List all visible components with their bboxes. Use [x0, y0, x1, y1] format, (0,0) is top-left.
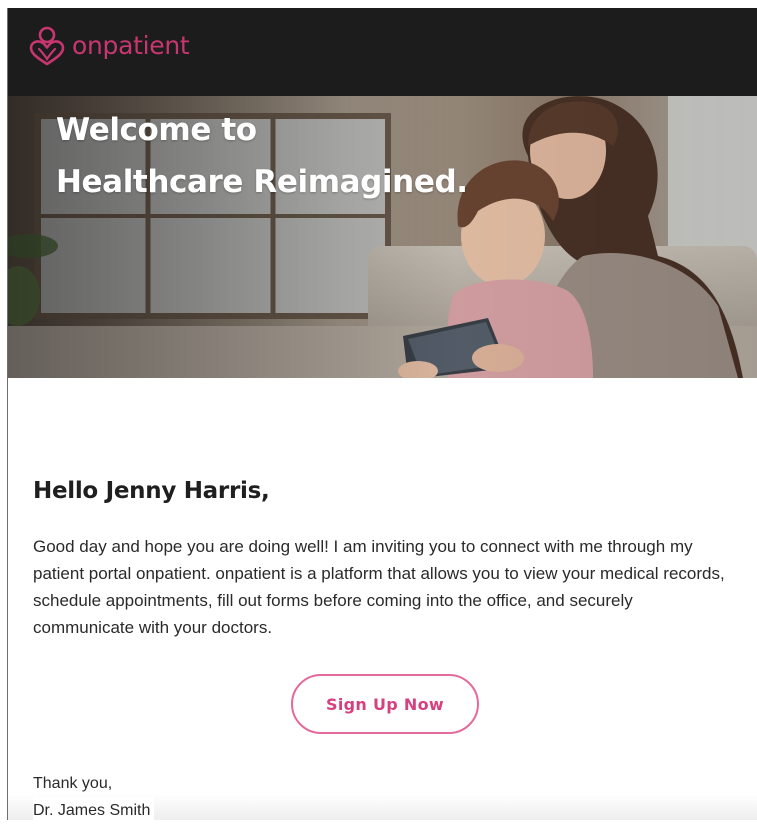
email-message: onpatient Welcome to Healthcare Reimagin… [8, 8, 757, 824]
email-signoff: Thank you, Dr. James Smith [33, 770, 155, 824]
closing-text: Thank you, [33, 775, 113, 792]
greeting-heading: Hello Jenny Harris, [33, 478, 270, 504]
brand-name: onpatient [72, 30, 190, 60]
brand-logo[interactable]: onpatient [28, 26, 190, 68]
invitation-message: Good day and hope you are doing well! I … [33, 537, 725, 637]
sign-up-now-button[interactable]: Sign Up Now [291, 674, 479, 734]
email-header: onpatient [8, 8, 757, 96]
hero-title-line-2: Healthcare Reimagined. [56, 164, 468, 200]
onpatient-logo-icon [28, 26, 66, 68]
hero-banner: Welcome to Healthcare Reimagined. [8, 96, 757, 378]
hero-title: Welcome to Healthcare Reimagined. [56, 104, 468, 208]
hero-title-line-1: Welcome to [56, 112, 257, 148]
